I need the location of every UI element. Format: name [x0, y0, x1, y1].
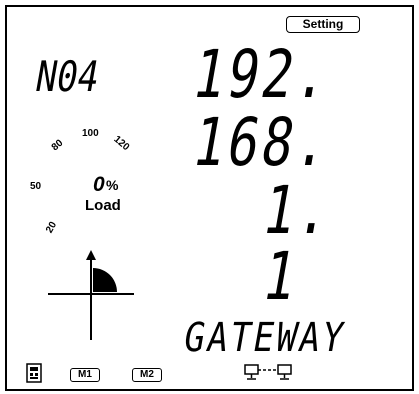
load-tick-50: 50	[30, 181, 42, 192]
quadrant-indicator	[48, 250, 134, 340]
setting-indicator: Setting	[286, 16, 360, 33]
m2-indicator: M2	[132, 368, 162, 382]
load-value: 0	[93, 173, 105, 196]
network-icon	[244, 364, 292, 380]
quadrant-i-fill	[93, 268, 117, 292]
ip-octet-1: 192.	[187, 36, 338, 113]
ip-octet-3: 1.	[257, 172, 340, 249]
load-tick-100: 100	[82, 128, 99, 139]
load-unit: %	[106, 177, 119, 193]
m1-indicator: M1	[70, 368, 100, 382]
meter-icon	[26, 363, 42, 383]
device-number: N04	[32, 52, 103, 101]
parameter-label: GATEWAY	[180, 315, 350, 361]
load-label: Load	[85, 197, 121, 214]
ip-octet-2: 168.	[187, 104, 338, 181]
